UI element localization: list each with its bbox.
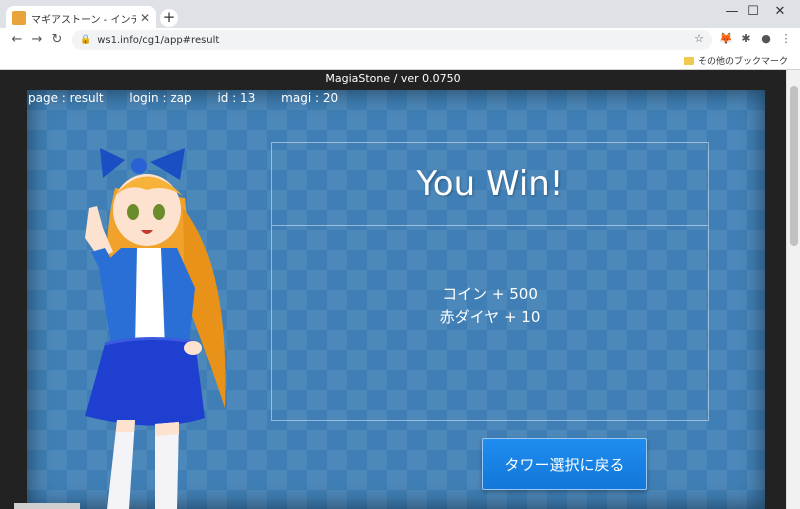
tab-strip: マギアストーン - インディー・ブロックチェ ✕ + — ☐ ✕ xyxy=(0,0,800,30)
bookmark-star-icon[interactable]: ☆ xyxy=(694,32,704,45)
bookmarks-bar: その他のブックマーク xyxy=(0,52,800,70)
address-bar[interactable]: 🔒 ws1.info/cg1/app#result ☆ xyxy=(72,30,712,50)
lock-icon: 🔒 xyxy=(80,35,92,45)
status-id: id : 13 xyxy=(217,91,256,105)
taskbar-thumbnail xyxy=(14,503,80,509)
result-panel: You Win! コイン + 500 赤ダイヤ + 10 xyxy=(271,142,709,421)
forward-arrow-icon[interactable]: → xyxy=(28,31,46,49)
site-favicon-icon xyxy=(12,11,26,25)
browser-chrome: マギアストーン - インディー・ブロックチェ ✕ + — ☐ ✕ ← → ↻ 🔒… xyxy=(0,0,800,70)
reload-icon[interactable]: ↻ xyxy=(48,31,66,49)
app-version-header: MagiaStone / ver 0.0750 xyxy=(325,72,461,85)
status-page: page : result xyxy=(28,91,104,105)
browser-toolbar: ← → ↻ 🔒 ws1.info/cg1/app#result ☆ 🦊 ✱ ● … xyxy=(0,28,800,52)
tab-close-icon[interactable]: ✕ xyxy=(140,11,150,25)
folder-icon xyxy=(683,56,694,65)
back-to-tower-select-button[interactable]: タワー選択に戻る xyxy=(482,438,647,490)
new-tab-button[interactable]: + xyxy=(160,9,178,27)
menu-kebab-icon[interactable]: ⋮ xyxy=(778,32,794,45)
extensions-puzzle-icon[interactable]: ✱ xyxy=(738,32,754,45)
reward-list: コイン + 500 赤ダイヤ + 10 xyxy=(272,283,708,329)
page-scrollbar[interactable] xyxy=(786,70,800,509)
profile-avatar-icon[interactable]: ● xyxy=(758,32,774,45)
result-title: You Win! xyxy=(272,143,708,226)
status-magi: magi : 20 xyxy=(281,91,339,105)
close-window-button[interactable]: ✕ xyxy=(758,2,800,22)
url-text: ws1.info/cg1/app#result xyxy=(97,34,220,46)
reward-coin: コイン + 500 xyxy=(442,285,538,303)
anime-girl-character xyxy=(85,148,226,509)
status-bar: page : result login : zap id : 13 magi :… xyxy=(28,91,360,105)
other-bookmarks-folder[interactable]: その他のブックマーク xyxy=(683,54,788,67)
browser-tab[interactable]: マギアストーン - インディー・ブロックチェ ✕ xyxy=(6,6,156,30)
metamask-extension-icon[interactable]: 🦊 xyxy=(718,32,734,45)
other-bookmarks-label: その他のブックマーク xyxy=(697,57,788,67)
back-arrow-icon[interactable]: ← xyxy=(8,31,26,49)
reward-red-diamond: 赤ダイヤ + 10 xyxy=(439,308,541,326)
status-login: login : zap xyxy=(129,91,192,105)
scrollbar-thumb[interactable] xyxy=(790,86,798,246)
tab-title: マギアストーン - インディー・ブロックチェ xyxy=(31,14,136,26)
